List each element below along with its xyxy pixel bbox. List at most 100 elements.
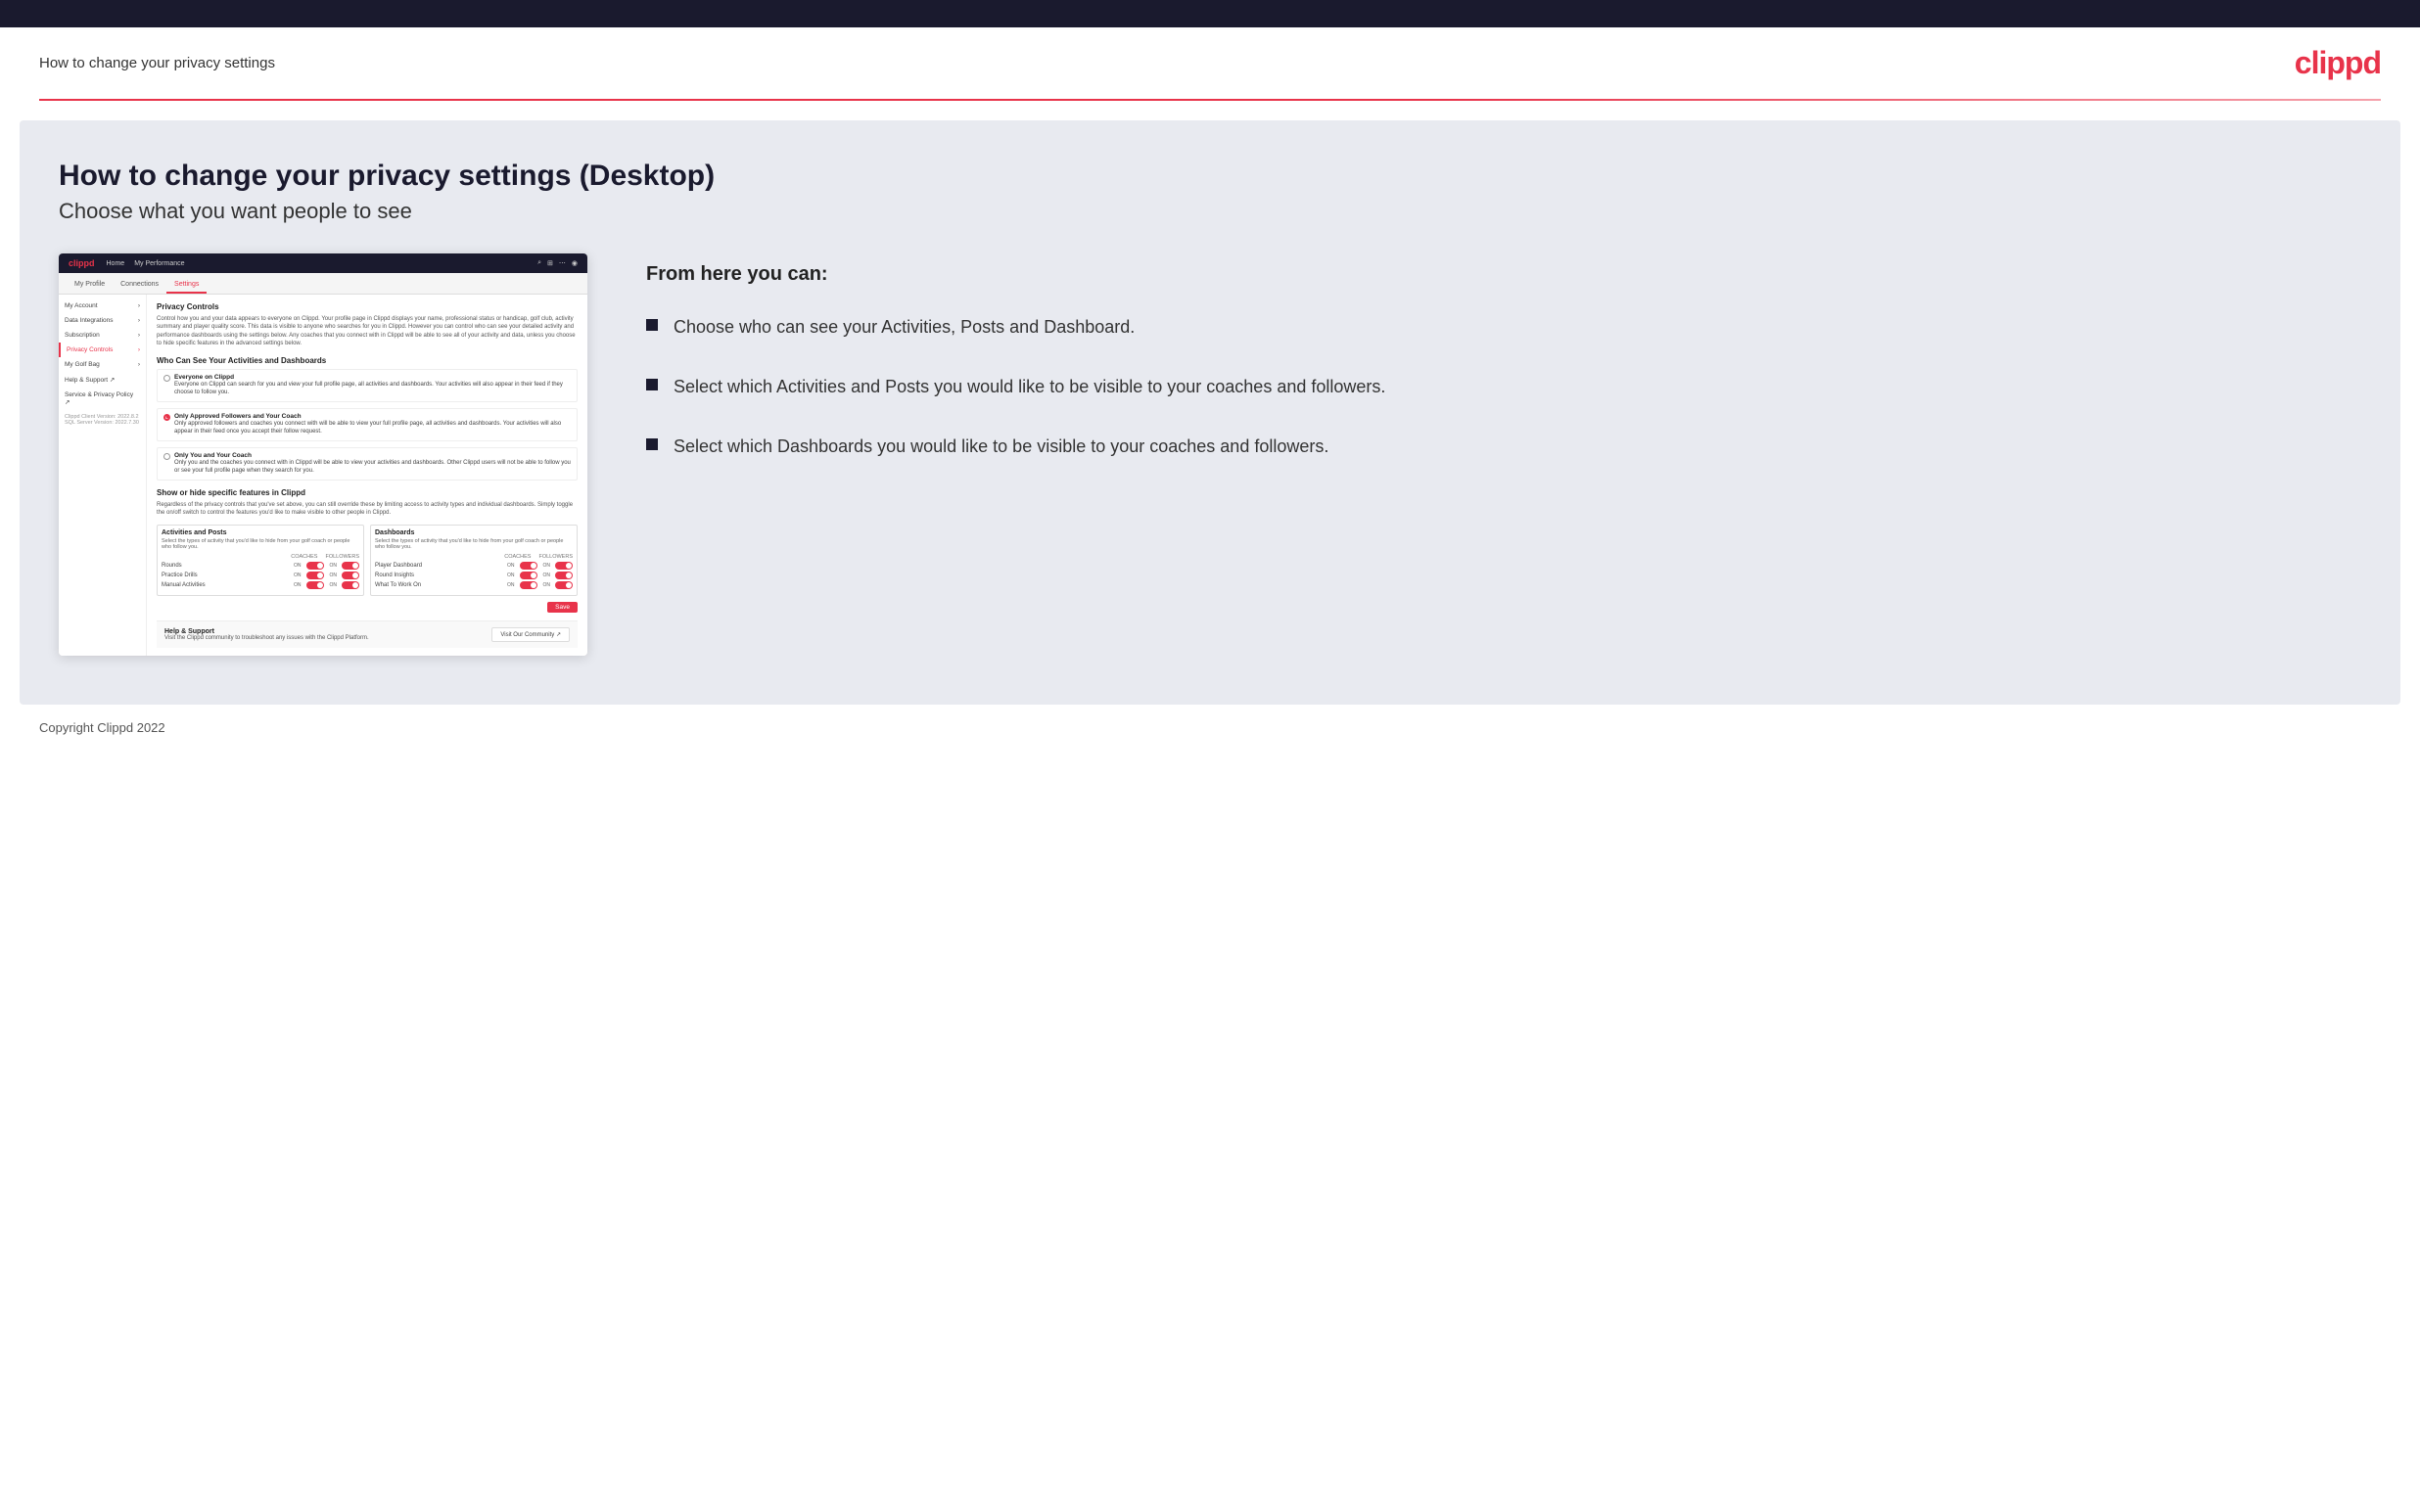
mock-toggle-rounds: Rounds ON ON [162,562,359,570]
mock-show-hide-desc: Regardless of the privacy controls that … [157,501,578,518]
mock-help-section: Help & Support Visit the Clippd communit… [157,620,578,648]
mock-manual-followers-toggle [342,581,359,589]
bullet-item-3: Select which Dashboards you would like t… [646,435,2361,459]
mock-help-text: Help & Support Visit the Clippd communit… [164,628,369,641]
mock-ww-coaches-on: ON [507,582,515,588]
mock-logo: clippd [69,258,95,268]
mock-visit-button: Visit Our Community ↗ [491,627,570,642]
mock-radio-everyone-title: Everyone on Clippd [174,374,571,382]
mock-toggle-what-to-work: What To Work On ON ON [375,581,573,589]
mock-sidebar-subscription: Subscription › [59,328,146,343]
mock-version: Clippd Client Version: 2022.8.2SQL Serve… [59,410,146,430]
mock-main: Privacy Controls Control how you and you… [147,295,587,656]
mock-tab-connections: Connections [113,277,166,294]
mock-nav: clippd Home My Performance ⌕ ⊞ ⋯ ◉ [59,253,587,273]
bell-icon: ⋯ [559,259,566,267]
grid-icon: ⊞ [547,259,553,267]
mock-toggle-player-dashboard: Player Dashboard ON ON [375,562,573,570]
logo: clippd [2295,45,2381,81]
header-divider [39,99,2381,101]
mock-radio-everyone: Everyone on Clippd Everyone on Clippd ca… [157,369,578,402]
mock-dashboards-header: COACHES FOLLOWERS [375,554,573,560]
mock-round-insights-label: Round Insights [375,573,507,578]
mock-ri-coaches-toggle [520,572,537,579]
mock-drills-followers-on: ON [330,573,338,578]
mock-activities-panel: Activities and Posts Select the types of… [157,525,364,596]
screenshot-mockup: clippd Home My Performance ⌕ ⊞ ⋯ ◉ My Pr… [59,253,587,656]
footer: Copyright Clippd 2022 [0,705,2420,751]
mock-manual-followers-on: ON [330,582,338,588]
mock-sidebar-golf-bag: My Golf Bag › [59,357,146,372]
mock-save-button: Save [547,602,578,613]
mock-sidebar-help: Help & Support ↗ [59,372,146,388]
mock-coaches-label: COACHES [291,554,317,560]
mock-nav-home: Home [107,260,125,267]
mock-privacy-desc: Control how you and your data appears to… [157,315,578,348]
mock-toggles-grid: Activities and Posts Select the types of… [157,525,578,596]
mock-sidebar-my-account: My Account › [59,298,146,313]
mock-radio-everyone-text: Everyone on Clippd Everyone on Clippd ca… [174,374,571,397]
mock-radio-group: Everyone on Clippd Everyone on Clippd ca… [157,369,578,481]
top-bar [0,0,2420,27]
mock-help-title: Help & Support [164,628,369,635]
mock-privacy-title: Privacy Controls [157,302,578,311]
mock-toggles-section: Show or hide specific features in Clippd… [157,488,578,614]
from-here-label: From here you can: [646,263,2361,286]
mock-tab-profile: My Profile [67,277,113,294]
mock-ww-coaches-toggle [520,581,537,589]
mock-dashboards-title: Dashboards [375,529,573,536]
header: How to change your privacy settings clip… [0,27,2420,99]
mock-rounds-coaches-on: ON [294,563,302,569]
mock-rounds-coaches-toggle [306,562,324,570]
bullet-text-1: Choose who can see your Activities, Post… [674,315,1135,340]
mock-radio-coach-title: Only You and Your Coach [174,452,571,460]
mock-dash-coaches-label: COACHES [504,554,531,560]
mock-app: clippd Home My Performance ⌕ ⊞ ⋯ ◉ My Pr… [59,253,587,656]
mock-nav-links: Home My Performance [107,260,185,267]
mock-rounds-label: Rounds [162,563,294,569]
mock-nav-performance: My Performance [134,260,184,267]
mock-rounds-followers-toggle [342,562,359,570]
mock-save-row: Save [157,602,578,613]
mock-ri-followers-toggle [555,572,573,579]
mock-radio-followers-title: Only Approved Followers and Your Coach [174,413,571,421]
mock-sidebar-privacy-controls: Privacy Controls › [59,343,146,357]
mock-nav-icons: ⌕ ⊞ ⋯ ◉ [537,259,578,267]
bullet-square-2 [646,379,658,390]
mock-drills-followers-toggle [342,572,359,579]
mock-radio-coach-text: Only You and Your Coach Only you and the… [174,452,571,476]
mock-radio-followers-text: Only Approved Followers and Your Coach O… [174,413,571,436]
mock-radio-everyone-input [163,375,170,382]
mock-dashboards-desc: Select the types of activity that you'd … [375,538,573,550]
bullet-list: Choose who can see your Activities, Post… [646,315,2361,460]
mock-ww-followers-toggle [555,581,573,589]
mock-toggle-round-insights: Round Insights ON ON [375,572,573,579]
mock-toggle-drills: Practice Drills ON ON [162,572,359,579]
avatar-icon: ◉ [572,259,578,267]
mock-rounds-followers-on: ON [330,563,338,569]
header-title: How to change your privacy settings [39,55,275,71]
bullet-square-3 [646,438,658,450]
mock-tabs: My Profile Connections Settings [59,273,587,295]
mock-pd-followers-toggle [555,562,573,570]
mock-drills-coaches-toggle [306,572,324,579]
content-area: clippd Home My Performance ⌕ ⊞ ⋯ ◉ My Pr… [59,253,2361,656]
search-icon: ⌕ [537,259,541,267]
mock-activities-desc: Select the types of activity that you'd … [162,538,359,550]
mock-manual-label: Manual Activities [162,582,294,588]
bullet-item-2: Select which Activities and Posts you wo… [646,375,2361,399]
mock-pd-coaches-on: ON [507,563,515,569]
mock-player-dashboard-label: Player Dashboard [375,563,507,569]
mock-sidebar-privacy-policy: Service & Privacy Policy ↗ [59,388,146,410]
mock-radio-followers-input [163,414,170,421]
bullet-text-3: Select which Dashboards you would like t… [674,435,1328,459]
right-panel: From here you can: Choose who can see yo… [646,253,2361,460]
mock-radio-followers: Only Approved Followers and Your Coach O… [157,408,578,441]
bullet-square-1 [646,319,658,331]
mock-ri-followers-on: ON [543,573,551,578]
page-heading: How to change your privacy settings (Des… [59,160,2361,193]
mock-radio-coach-only: Only You and Your Coach Only you and the… [157,447,578,481]
mock-pd-coaches-toggle [520,562,537,570]
main-content: How to change your privacy settings (Des… [20,120,2400,705]
mock-what-to-work-label: What To Work On [375,582,507,588]
